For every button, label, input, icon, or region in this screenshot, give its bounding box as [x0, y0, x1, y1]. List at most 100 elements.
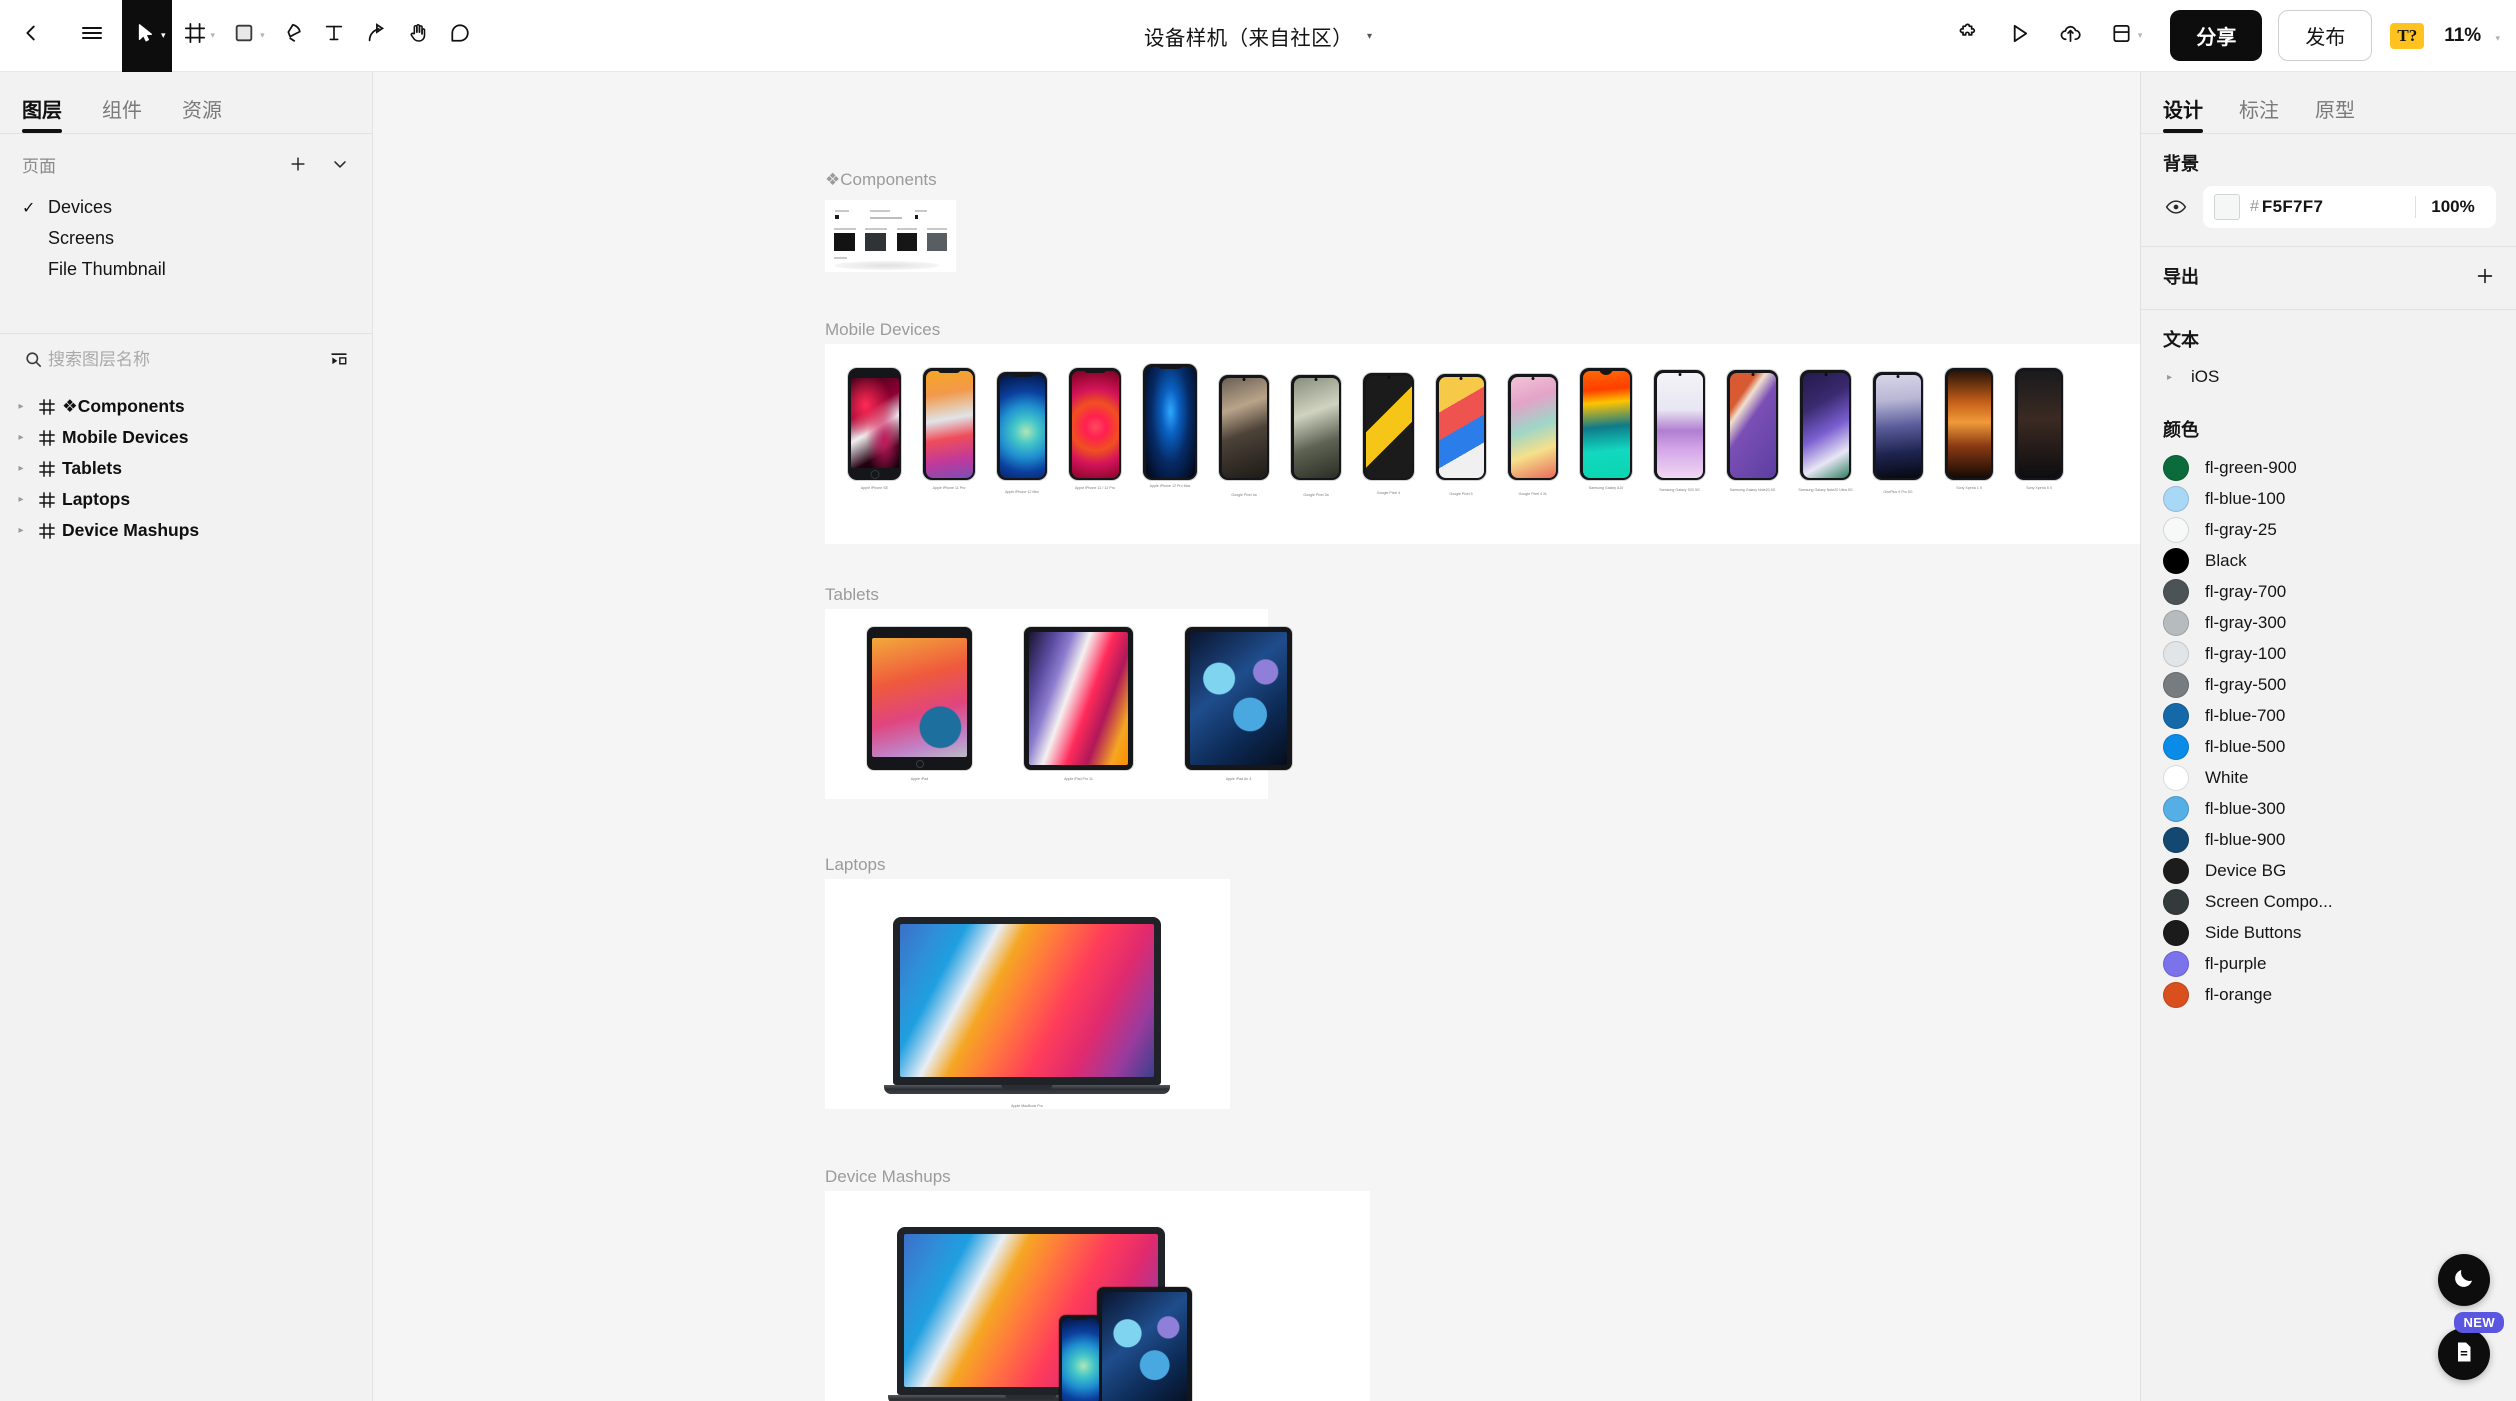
page-item-file-thumbnail[interactable]: File Thumbnail: [0, 254, 372, 285]
frame-label-mobile-devices[interactable]: Mobile Devices: [825, 320, 940, 340]
chevron-right-icon[interactable]: ▸: [10, 401, 32, 412]
text-style-item-ios[interactable]: ▸ iOS: [2141, 360, 2516, 394]
layer-item-laptops[interactable]: ▸ Laptops: [0, 484, 372, 515]
device-oneplus-9-pro[interactable]: OnePlus 9 Pro 5G: [1873, 372, 1923, 494]
chevron-down-icon[interactable]: [326, 150, 354, 178]
device-pixel-5[interactable]: Google Pixel 5: [1436, 374, 1486, 496]
device-iphone-se[interactable]: Apple iPhone SE: [848, 368, 901, 490]
color-style-item[interactable]: fl-blue-900: [2141, 824, 2516, 855]
color-style-item[interactable]: Screen Compo...: [2141, 886, 2516, 917]
color-style-item[interactable]: fl-gray-100: [2141, 638, 2516, 669]
text-tool[interactable]: [313, 0, 355, 72]
layer-item-mobile-devices[interactable]: ▸ Mobile Devices: [0, 422, 372, 453]
background-swatch[interactable]: [2214, 194, 2240, 220]
color-style-item[interactable]: fl-gray-25: [2141, 514, 2516, 545]
color-style-item[interactable]: fl-gray-300: [2141, 607, 2516, 638]
zoom-level-caret[interactable]: ▾: [2495, 33, 2500, 43]
color-style-item[interactable]: Side Buttons: [2141, 917, 2516, 948]
color-style-item[interactable]: fl-blue-700: [2141, 700, 2516, 731]
background-color-field[interactable]: # F5F7F7 100%: [2203, 186, 2496, 228]
device-iphone-12[interactable]: Apple iPhone 12 / 12 Pro: [1069, 368, 1121, 490]
device-pixel-4[interactable]: Google Pixel 4: [1363, 373, 1414, 495]
tab-prototype[interactable]: 原型: [2315, 94, 2355, 133]
plugin-button[interactable]: [1945, 0, 1992, 72]
device-ipad[interactable]: Apple iPad: [867, 627, 972, 781]
color-style-item[interactable]: fl-blue-500: [2141, 731, 2516, 762]
shape-tool-caret[interactable]: ▾: [260, 31, 265, 40]
color-style-item[interactable]: fl-gray-500: [2141, 669, 2516, 700]
layout-panel-caret[interactable]: ▾: [2138, 31, 2143, 40]
chevron-right-icon[interactable]: ▸: [10, 494, 32, 505]
color-style-item[interactable]: fl-green-900: [2141, 452, 2516, 483]
color-style-item[interactable]: Black: [2141, 545, 2516, 576]
page-item-screens[interactable]: Screens: [0, 223, 372, 254]
layer-item-tablets[interactable]: ▸ Tablets: [0, 453, 372, 484]
frame-device-mashups[interactable]: [825, 1191, 1370, 1401]
frame-tablets[interactable]: Apple iPad Apple iPad Pro 11 Apple iPad …: [825, 609, 1292, 799]
present-button[interactable]: [1996, 0, 2043, 72]
panel-toggle-icon[interactable]: [324, 350, 354, 370]
shape-tool[interactable]: ▾: [221, 0, 271, 72]
device-pixel-4a[interactable]: Google Pixel 4a: [1219, 375, 1269, 497]
share-button[interactable]: 分享: [2170, 10, 2263, 61]
main-menu-button[interactable]: [62, 0, 122, 72]
tab-design[interactable]: 设计: [2163, 94, 2203, 133]
back-button[interactable]: [0, 0, 62, 72]
device-galaxy-note20[interactable]: Samsung Galaxy Note20 5G: [1727, 370, 1778, 492]
device-iphone-12-pro-max[interactable]: Apple iPhone 12 Pro Max: [1143, 364, 1197, 488]
tab-components[interactable]: 组件: [102, 94, 142, 133]
layer-item-components[interactable]: ▸ ❖Components: [0, 391, 372, 422]
text-language-badge[interactable]: T?: [2390, 22, 2425, 49]
frame-laptops[interactable]: Apple MacBook Pro: [825, 879, 1230, 1109]
chevron-right-icon[interactable]: ▸: [10, 432, 32, 443]
device-xperia-5-ii[interactable]: Sony Xperia 5 II: [2015, 368, 2063, 490]
plus-icon[interactable]: [2474, 265, 2496, 287]
publish-button[interactable]: 发布: [2278, 10, 2373, 61]
plus-icon[interactable]: [284, 150, 312, 178]
document-title-caret[interactable]: ▾: [1367, 31, 1372, 42]
device-mashup-group[interactable]: [888, 1227, 1192, 1401]
device-galaxy-a10[interactable]: Samsung Galaxy A10: [1580, 368, 1632, 490]
frame-label-components[interactable]: ❖Components: [825, 170, 937, 190]
frame-label-device-mashups[interactable]: Device Mashups: [825, 1167, 951, 1187]
device-xperia-1-ii[interactable]: Sony Xperia 1 II: [1945, 368, 1993, 490]
chevron-right-icon[interactable]: ▸: [10, 463, 32, 474]
frame-components[interactable]: [825, 200, 956, 272]
tab-assets[interactable]: 资源: [182, 94, 222, 133]
color-style-item[interactable]: fl-purple: [2141, 948, 2516, 979]
frame-mobile-devices[interactable]: Apple iPhone SE Apple iPhone 11 Pro Appl…: [825, 344, 2140, 544]
device-pixel-4-xl[interactable]: Google Pixel 4 XL: [1508, 374, 1558, 496]
device-pixel-3a[interactable]: Google Pixel 3a: [1291, 375, 1341, 497]
color-style-item[interactable]: Device BG: [2141, 855, 2516, 886]
documentation-fab[interactable]: [2438, 1328, 2490, 1380]
move-tool-caret[interactable]: ▾: [161, 31, 166, 40]
chevron-right-icon[interactable]: ▸: [10, 525, 32, 536]
color-style-item[interactable]: fl-gray-700: [2141, 576, 2516, 607]
frame-label-laptops[interactable]: Laptops: [825, 855, 886, 875]
hand-tool[interactable]: [397, 0, 439, 72]
color-style-item[interactable]: fl-blue-100: [2141, 483, 2516, 514]
device-iphone-11-pro[interactable]: Apple iPhone 11 Pro: [923, 368, 975, 490]
layer-item-device-mashups[interactable]: ▸ Device Mashups: [0, 515, 372, 546]
comment-tool[interactable]: [439, 0, 481, 72]
frame-tool[interactable]: ▾: [172, 0, 222, 72]
connector-tool[interactable]: [355, 0, 397, 72]
device-ipad-pro-11[interactable]: Apple iPad Pro 11: [1024, 627, 1133, 781]
eye-icon[interactable]: [2161, 196, 2191, 218]
device-ipad-air-4[interactable]: Apple iPad Air 4: [1185, 627, 1292, 781]
move-tool[interactable]: ▾: [122, 0, 172, 72]
dark-mode-fab[interactable]: [2438, 1254, 2490, 1306]
layout-panel-button[interactable]: ▾: [2098, 0, 2155, 72]
device-iphone-12-mini[interactable]: Apple iPhone 12 Mini: [997, 372, 1047, 494]
color-style-item[interactable]: fl-orange: [2141, 979, 2516, 1010]
frame-label-tablets[interactable]: Tablets: [825, 585, 879, 605]
frame-tool-caret[interactable]: ▾: [211, 31, 216, 40]
color-style-item[interactable]: fl-blue-300: [2141, 793, 2516, 824]
background-opacity-value[interactable]: 100%: [2416, 197, 2490, 217]
tab-layers[interactable]: 图层: [22, 94, 62, 133]
tab-inspect[interactable]: 标注: [2239, 94, 2279, 133]
search-input[interactable]: [48, 349, 324, 370]
background-hex-value[interactable]: F5F7F7: [2262, 197, 2323, 217]
publish-cloud-button[interactable]: [2047, 0, 2094, 72]
page-item-devices[interactable]: ✓ Devices: [0, 192, 372, 223]
